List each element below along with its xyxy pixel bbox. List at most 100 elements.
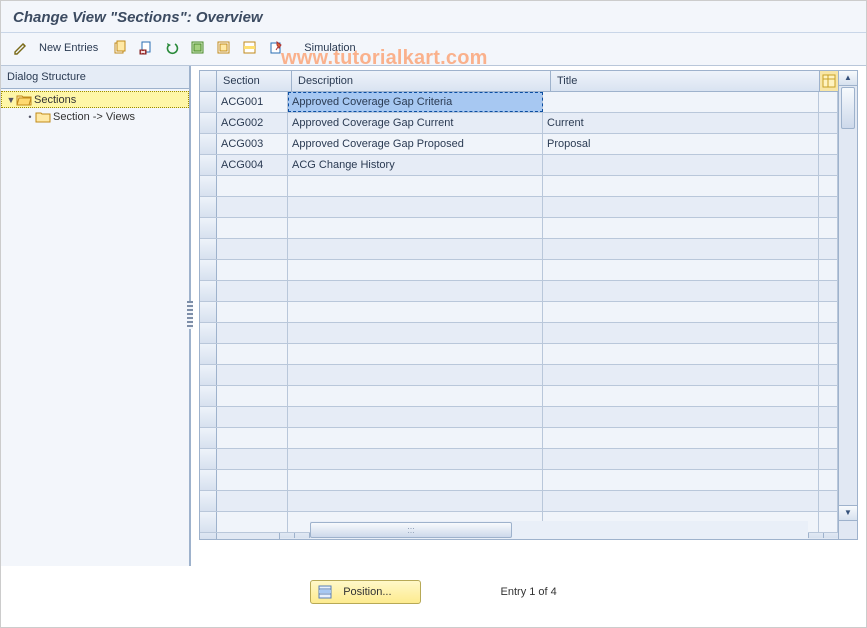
cell-spacer: [819, 470, 838, 490]
row-selector[interactable]: [200, 449, 217, 469]
cell-spacer: [819, 344, 838, 364]
cell-section[interactable]: ACG004: [217, 155, 288, 175]
folder-open-icon: [16, 92, 32, 108]
row-selector[interactable]: [200, 344, 217, 364]
undo-icon: [164, 40, 180, 56]
cell-section[interactable]: ACG002: [217, 113, 288, 133]
row-selector[interactable]: [200, 302, 217, 322]
vertical-scrollbar[interactable]: ▲ ▼: [838, 71, 857, 520]
undo-button[interactable]: [162, 39, 182, 57]
cell-section: [217, 491, 288, 511]
table-row: [200, 323, 838, 344]
table-body: ACG001Approved Coverage Gap CriteriaACG0…: [200, 92, 838, 520]
row-selector[interactable]: [200, 134, 217, 154]
row-selector[interactable]: [200, 428, 217, 448]
cell-description[interactable]: Approved Coverage Gap Proposed: [288, 134, 543, 154]
cell-description: [288, 386, 543, 406]
select-all-button[interactable]: [188, 39, 208, 57]
scroll-down-button[interactable]: ▼: [839, 505, 857, 520]
cell-description[interactable]: Approved Coverage Gap Current: [288, 113, 543, 133]
row-selector[interactable]: [200, 260, 217, 280]
cell-section: [217, 449, 288, 469]
cell-title[interactable]: Current: [543, 113, 819, 133]
cell-title: [543, 176, 819, 196]
table-row: [200, 344, 838, 365]
cell-title: [543, 197, 819, 217]
new-entries-button[interactable]: New Entries: [37, 42, 104, 54]
table-row: [200, 449, 838, 470]
pane-splitter[interactable]: [187, 301, 193, 329]
row-selector[interactable]: [200, 491, 217, 511]
cell-description[interactable]: Approved Coverage Gap Criteria: [288, 92, 543, 112]
tree-label: Section -> Views: [51, 111, 135, 123]
table-config-button[interactable]: [820, 71, 838, 91]
hscroll-corner-right: [838, 521, 857, 539]
table-row: [200, 428, 838, 449]
row-selector[interactable]: [200, 155, 217, 175]
row-selector[interactable]: [200, 197, 217, 217]
table-row[interactable]: ACG003Approved Coverage Gap ProposedProp…: [200, 134, 838, 155]
cell-title: [543, 218, 819, 238]
cell-title: [543, 260, 819, 280]
row-selector[interactable]: [200, 365, 217, 385]
row-selector[interactable]: [200, 386, 217, 406]
column-header-description[interactable]: Description: [292, 71, 551, 91]
row-selector[interactable]: [200, 323, 217, 343]
table-row[interactable]: ACG004ACG Change History: [200, 155, 838, 176]
table-row[interactable]: ACG001Approved Coverage Gap Criteria: [200, 92, 838, 113]
cell-title: [543, 239, 819, 259]
cell-section[interactable]: ACG001: [217, 92, 288, 112]
cell-description: [288, 260, 543, 280]
row-selector[interactable]: [200, 92, 217, 112]
cell-section: [217, 407, 288, 427]
row-selector[interactable]: [200, 407, 217, 427]
row-selector[interactable]: [200, 281, 217, 301]
position-button[interactable]: Position...: [310, 580, 420, 604]
cell-section[interactable]: ACG003: [217, 134, 288, 154]
entry-count-text: Entry 1 of 4: [501, 586, 557, 598]
simulation-button[interactable]: Simulation: [302, 42, 361, 54]
deselect-all-button[interactable]: [214, 39, 234, 57]
table-row: [200, 407, 838, 428]
collapse-icon[interactable]: ▼: [6, 95, 16, 105]
tree-node-sections[interactable]: ▼ Sections: [1, 91, 189, 108]
table-row[interactable]: ACG002Approved Coverage Gap CurrentCurre…: [200, 113, 838, 134]
select-block-button[interactable]: [240, 39, 260, 57]
toggle-edit-button[interactable]: [11, 39, 31, 57]
column-header-section[interactable]: Section: [217, 71, 292, 91]
cell-description[interactable]: ACG Change History: [288, 155, 543, 175]
tree-node-section-views[interactable]: • Section -> Views: [1, 108, 189, 125]
cell-title: [543, 281, 819, 301]
cell-section: [217, 176, 288, 196]
delete-icon: [138, 40, 154, 56]
cell-title[interactable]: Proposal: [543, 134, 819, 154]
row-selector[interactable]: [200, 239, 217, 259]
sections-table: Section Description Title: [199, 70, 858, 520]
cell-spacer: [819, 176, 838, 196]
folder-icon: [35, 109, 51, 125]
configure-button[interactable]: [266, 39, 286, 57]
hscroll-thumb[interactable]: :::: [310, 522, 512, 538]
row-selector[interactable]: [200, 470, 217, 490]
cell-title[interactable]: [543, 155, 819, 175]
column-header-title[interactable]: Title: [551, 71, 820, 91]
row-selector[interactable]: [200, 512, 217, 532]
cell-title[interactable]: [543, 92, 819, 112]
cell-description: [288, 197, 543, 217]
row-selector[interactable]: [200, 218, 217, 238]
cell-description: [288, 302, 543, 322]
copy-as-button[interactable]: [110, 39, 130, 57]
row-selector[interactable]: [200, 113, 217, 133]
cell-title: [543, 344, 819, 364]
scroll-up-button[interactable]: ▲: [839, 71, 857, 86]
hscroll-track[interactable]: :::: [310, 521, 808, 539]
cell-description: [288, 470, 543, 490]
deselect-all-icon: [216, 40, 232, 56]
cell-section: [217, 470, 288, 490]
table-settings-icon: [821, 73, 837, 89]
title-bar: Change View "Sections": Overview: [1, 1, 866, 33]
cell-section: [217, 260, 288, 280]
row-selector[interactable]: [200, 176, 217, 196]
delete-button[interactable]: [136, 39, 156, 57]
scroll-thumb[interactable]: [841, 87, 855, 129]
